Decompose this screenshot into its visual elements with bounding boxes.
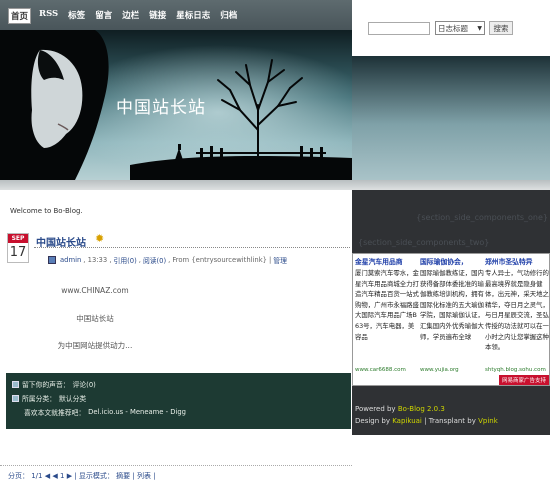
- comments-row: 留下你的声音： 评论(0): [12, 379, 96, 389]
- prev-page-icon[interactable]: ◀: [52, 472, 57, 480]
- category-link[interactable]: 默认分类: [59, 393, 86, 403]
- powered-by-link[interactable]: Bo-Blog 2.0.3: [398, 405, 445, 413]
- meta-separator: |: [268, 256, 272, 264]
- mode-list-link[interactable]: 列表: [137, 472, 151, 480]
- post-date-month: SEP: [8, 234, 28, 243]
- ad-title[interactable]: 金星汽车用品商: [355, 256, 419, 266]
- ad-title[interactable]: 国际瑜伽协会，: [420, 256, 484, 266]
- sidebar: {section_side_components_one} {section_s…: [352, 190, 550, 400]
- post-body-line: 为中国网站提供动力...: [57, 341, 133, 350]
- search-type-select[interactable]: 日志标题 ▼: [435, 21, 485, 35]
- nav-item-tags[interactable]: 标签: [66, 8, 87, 24]
- powered-by-label: Powered by: [355, 405, 396, 413]
- page-count: 分页： 1/1: [8, 472, 43, 480]
- transplant-link[interactable]: Vpink: [478, 417, 498, 425]
- post-date-day: 17: [9, 245, 27, 260]
- pagination-end: |: [153, 472, 156, 480]
- ad-item[interactable]: 郑州市圣弘特异 专人异士，气功修行的最高境界就是隐身健体，出元神，采天地之精华，…: [485, 256, 549, 353]
- post-footer-box: 留下你的声音： 评论(0) 所属分类： 默认分类 喜欢本文就推荐吧： Del.i…: [6, 373, 351, 429]
- share-links[interactable]: Del.icio.us - Meneame - Digg: [88, 408, 186, 416]
- nav-item-sidebar[interactable]: 边栏: [120, 8, 141, 24]
- header-divider-band: [0, 180, 550, 190]
- post-source: From {entrysourcewithlink}: [172, 256, 267, 264]
- display-mode-label: | 显示模式：: [74, 472, 114, 480]
- search-input[interactable]: [368, 22, 430, 35]
- first-page-icon[interactable]: ◀: [45, 472, 50, 480]
- nav-item-archive[interactable]: 归档: [218, 8, 239, 24]
- nav-item-starred[interactable]: 星标日志: [174, 8, 212, 24]
- ad-item[interactable]: 金星汽车用品商 厦门莫索汽车零水，金星汽车用品商城全力打造汽车精品百货一站式购物…: [355, 256, 419, 342]
- ad-footer-label[interactable]: 网易商家广告支持: [498, 375, 549, 385]
- pagination-text: 分页： 1/1 ◀ ◀ 1 ▶ | 显示模式： 摘要 | 列表 |: [8, 471, 156, 480]
- top-nav-bar: 首页 RSS 标签 留言 边栏 链接 星标日志 归档: [0, 0, 352, 30]
- search-button[interactable]: 搜索: [489, 21, 513, 35]
- share-label: 喜欢本文就推荐吧：: [24, 409, 86, 417]
- manage-link[interactable]: 管理: [273, 255, 287, 265]
- post-time: , 13:33 ,: [83, 256, 112, 264]
- sidebar-component-one: {section_side_components_one}: [416, 213, 548, 222]
- category-label: 所属分类：: [22, 395, 56, 403]
- mode-summary-link[interactable]: 摘要: [116, 472, 130, 480]
- design-row: Design by Kapikuai | Transplant by Vpink: [355, 417, 498, 425]
- author-icon: [48, 256, 56, 264]
- design-by-label: Design by: [355, 417, 390, 425]
- ad-url[interactable]: www.yujia.org: [420, 367, 459, 373]
- sidebar-component-two: {section_side_components_two}: [358, 238, 490, 247]
- post-meta: admin , 13:33 , 引用(0) , 阅读(0) , From {en…: [48, 255, 287, 265]
- post-date-badge: SEP 17: [7, 233, 29, 263]
- banner-right-panel: [352, 56, 550, 180]
- chevron-down-icon: ▼: [477, 24, 482, 32]
- ad-body: 厦门莫索汽车零水，金星汽车用品商城全力打造汽车精品百货一站式购物，广州市永福路盛…: [355, 269, 419, 341]
- comment-icon: [12, 380, 19, 388]
- refs-link[interactable]: 引用(0): [114, 255, 137, 265]
- next-page-icon[interactable]: ▶: [67, 472, 72, 480]
- leave-voice-label: 留下你的声音：: [22, 381, 70, 389]
- ad-url[interactable]: www.car6688.com: [355, 367, 406, 373]
- search-area: 日志标题 ▼ 搜索: [352, 0, 550, 56]
- ad-block[interactable]: 金星汽车用品商 厦门莫索汽车零水，金星汽车用品商城全力打造汽车精品百货一站式购物…: [352, 253, 550, 386]
- reads-link[interactable]: 阅读(0): [143, 255, 166, 265]
- ad-url[interactable]: shtyqh.blog.sohu.com: [485, 367, 546, 373]
- category-row: 所属分类： 默认分类: [12, 393, 86, 403]
- mode-separator: |: [132, 472, 135, 480]
- site-footer: Powered by Bo-Blog 2.0.3 Design by Kapik…: [352, 400, 550, 435]
- design-by-link[interactable]: Kapikuai: [392, 417, 422, 425]
- search-type-value: 日志标题: [438, 23, 468, 33]
- current-page[interactable]: 1: [60, 472, 64, 480]
- main-column: Welcome to Bo-Blog. SEP 17 中国站长站 ✹ admin…: [0, 190, 352, 480]
- header-banner: 中国站长站: [0, 30, 352, 180]
- comments-link[interactable]: 评论(0): [73, 379, 96, 389]
- folder-icon: [12, 394, 19, 402]
- welcome-text: Welcome to Bo-Blog.: [10, 207, 83, 215]
- nav-item-rss[interactable]: RSS: [37, 8, 60, 24]
- post-body-line: 中国站长站: [76, 314, 114, 323]
- nav-item-home[interactable]: 首页: [8, 8, 32, 24]
- transplant-label: | Transplant by: [424, 417, 476, 425]
- author-link[interactable]: admin: [60, 256, 81, 264]
- ad-body: 专人异士，气功修行的最高境界就是隐身健体，出元神，采天地之精华，夺日月之灵气，与…: [485, 269, 549, 352]
- ad-title[interactable]: 郑州市圣弘特异: [485, 256, 549, 266]
- title-divider: [34, 247, 350, 248]
- share-row: 喜欢本文就推荐吧： Del.icio.us - Meneame - Digg: [24, 407, 186, 417]
- sun-icon: ✹: [95, 232, 105, 245]
- ad-item[interactable]: 国际瑜伽协会， 国际瑜伽教练证，国内获得备部体委批准的瑜伽教练培训机构，拥有国际…: [420, 256, 484, 342]
- ad-body: 国际瑜伽教练证，国内获得备部体委批准的瑜伽教练培训机构，拥有国际化标准的五大瑜伽…: [420, 269, 484, 341]
- nav-item-guestbook[interactable]: 留言: [93, 8, 114, 24]
- pagination: 分页： 1/1 ◀ ◀ 1 ▶ | 显示模式： 摘要 | 列表 |: [0, 465, 352, 480]
- site-title: 中国站长站: [116, 98, 206, 118]
- nav-item-links[interactable]: 链接: [147, 8, 168, 24]
- post-body-line: www.CHINAZ.com: [61, 286, 129, 295]
- powered-by-row: Powered by Bo-Blog 2.0.3: [355, 405, 445, 413]
